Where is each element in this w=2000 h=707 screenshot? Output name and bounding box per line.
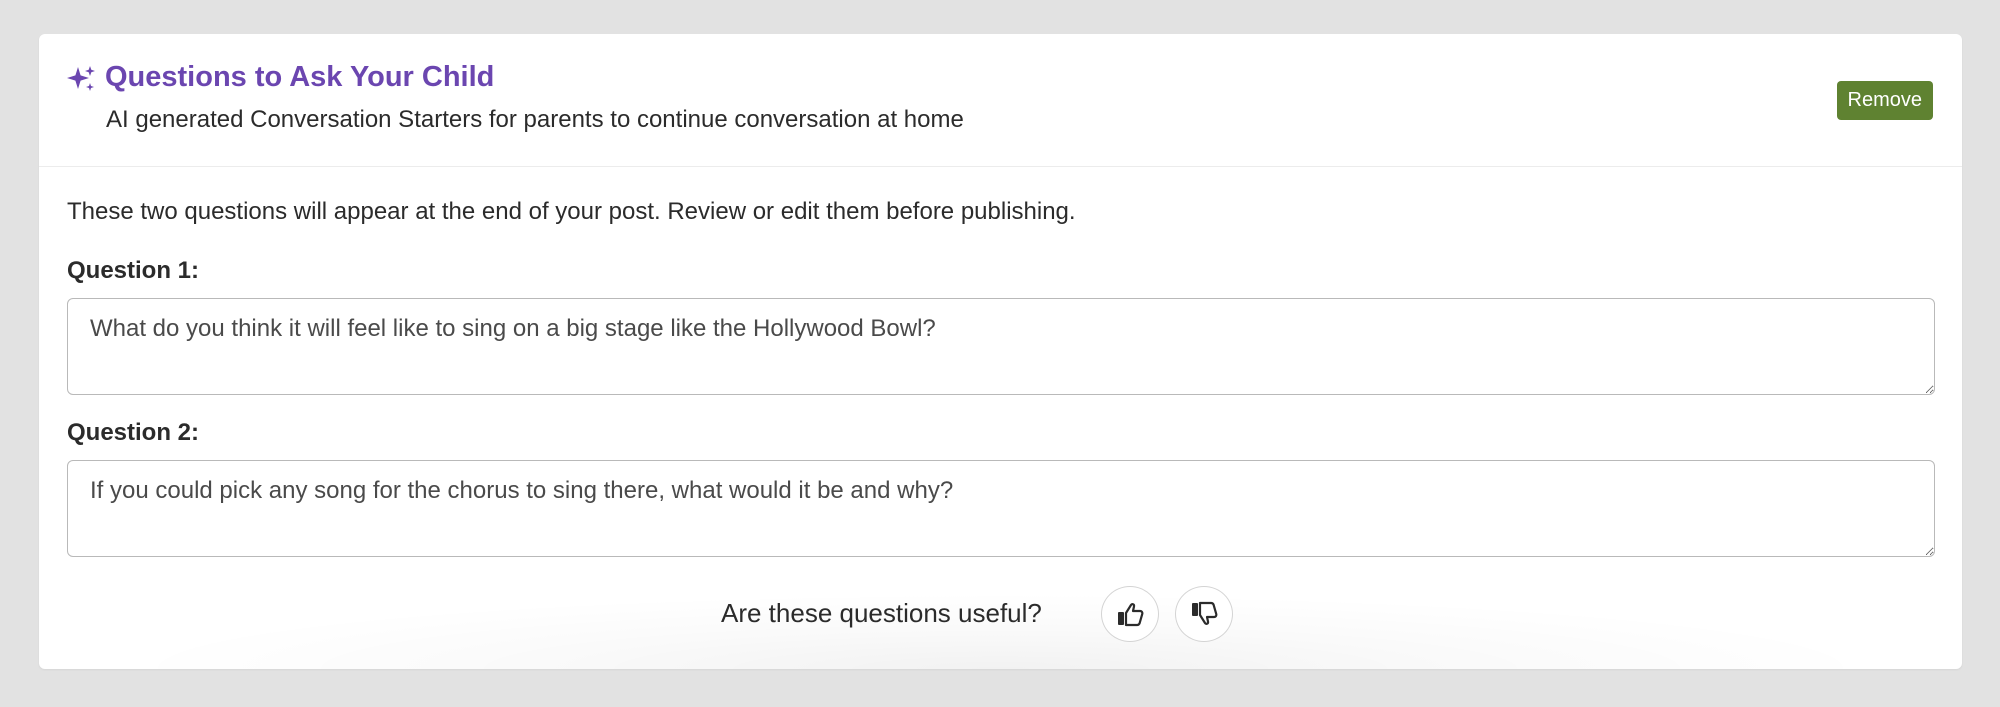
question-1-label: Question 1: [67, 257, 200, 284]
thumbs-up-button[interactable] [1101, 586, 1159, 642]
feedback-question: Are these questions useful? [721, 598, 1042, 628]
thumbs-down-icon [1192, 601, 1218, 625]
card-subtitle: AI generated Conversation Starters for p… [106, 106, 964, 133]
intro-text: These two questions will appear at the e… [67, 198, 1076, 225]
conversation-starters-card: Questions to Ask Your Child AI generated… [39, 34, 1962, 669]
thumbs-up-icon [1118, 603, 1144, 627]
card-header: Questions to Ask Your Child AI generated… [39, 34, 1962, 167]
card-title: Questions to Ask Your Child [105, 61, 495, 93]
question-1-field[interactable]: What do you think it will feel like to s… [67, 298, 1935, 395]
question-2-field[interactable]: If you could pick any song for the choru… [67, 460, 1935, 557]
remove-button[interactable]: Remove [1836, 81, 1933, 120]
thumbs-down-button[interactable] [1175, 586, 1233, 642]
sparkle-icon [67, 66, 95, 91]
question-2-label: Question 2: [67, 419, 200, 446]
